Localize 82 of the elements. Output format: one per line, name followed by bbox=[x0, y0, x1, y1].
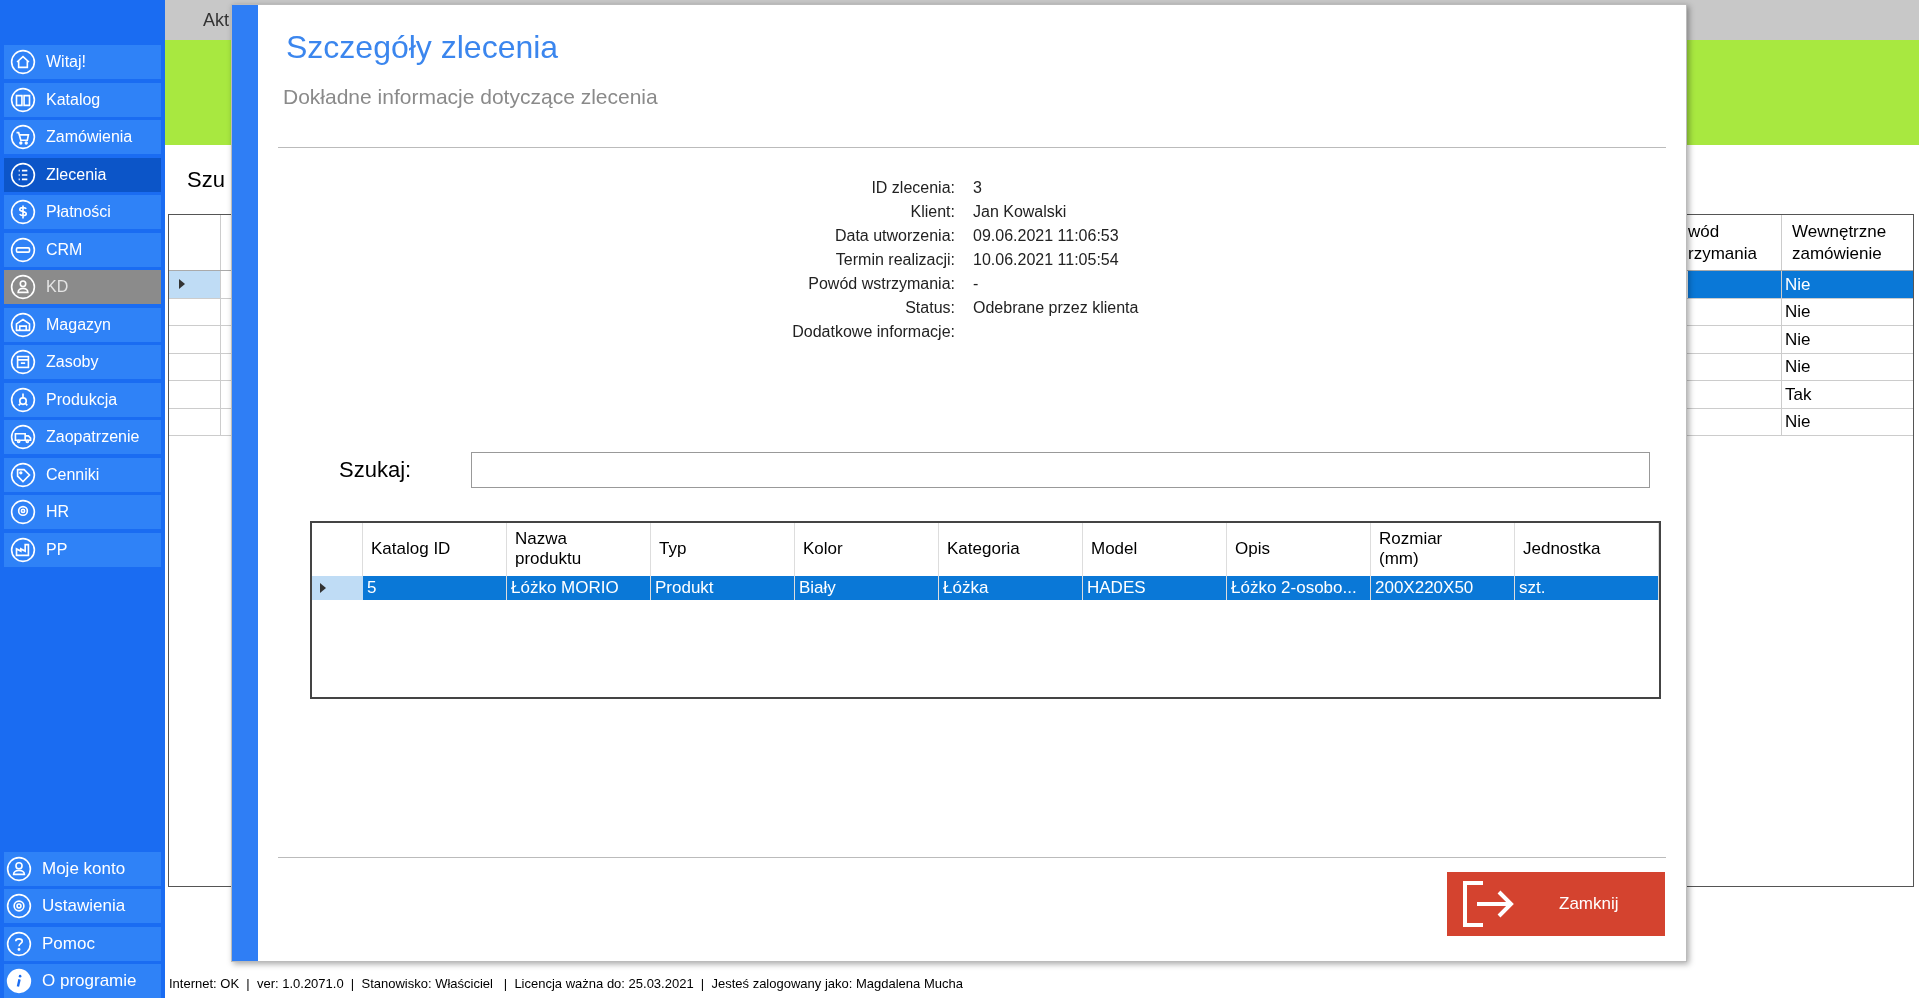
table-cell: Biały bbox=[795, 575, 939, 600]
field-value: 09.06.2021 11:06:53 bbox=[973, 225, 1120, 246]
field-value: Odebrane przez klienta bbox=[973, 297, 1140, 318]
row-pointer-icon bbox=[179, 279, 185, 290]
sidebar-item[interactable]: O programie bbox=[4, 964, 161, 998]
house-icon bbox=[10, 49, 36, 75]
sidebar-item[interactable]: Zlecenia bbox=[4, 157, 161, 192]
tab-label[interactable]: Akt bbox=[203, 6, 229, 34]
sidebar-item[interactable]: Zamówienia bbox=[4, 120, 161, 154]
badge-icon bbox=[10, 236, 36, 263]
table-cell: HADES bbox=[1083, 575, 1227, 600]
column-header: Wewnętrzne zamówienie bbox=[1781, 215, 1913, 270]
cart-icon bbox=[10, 124, 36, 150]
field-label: Data utworzenia: bbox=[833, 225, 955, 246]
sidebar-item[interactable]: Produkcja bbox=[4, 382, 161, 417]
dialog-subtitle: Dokładne informacje dotyczące zlecenia bbox=[283, 84, 659, 110]
column-header[interactable]: Typ bbox=[651, 522, 795, 576]
sidebar-item[interactable]: Pomoc bbox=[4, 926, 161, 961]
table-cell: Nie bbox=[1781, 298, 1913, 325]
row-pointer-icon bbox=[320, 582, 326, 593]
help-icon bbox=[6, 930, 32, 957]
dialog-title: Szczegóły zlecenia bbox=[286, 28, 560, 67]
sidebar-item[interactable]: Zaopatrzenie bbox=[4, 420, 161, 454]
column-header[interactable]: Rozmiar (mm) bbox=[1371, 522, 1515, 576]
table-cell: Nie bbox=[1781, 408, 1913, 435]
table-cell: Nie bbox=[1781, 326, 1913, 353]
search-label: Szukaj: bbox=[339, 456, 412, 484]
status-bar-text: Internet: OK | ver: 1.0.2071.0 | Stanowisko: Właściciel | Licencja ważna do: 25.03.2021 | Jesteś zalogowany jako: Magdalena Mucha bbox=[169, 974, 963, 993]
sidebar-item[interactable]: Ustawienia bbox=[4, 889, 161, 923]
table-cell: Produkt bbox=[651, 575, 795, 600]
field-value: 10.06.2021 11:05:54 bbox=[973, 249, 1120, 270]
person-icon bbox=[6, 855, 32, 882]
field-label: Klient: bbox=[909, 201, 955, 222]
person-icon bbox=[10, 274, 36, 300]
sidebar-item[interactable]: CRM bbox=[4, 232, 161, 267]
sidebar-item[interactable]: Płatności bbox=[4, 195, 161, 229]
sidebar-item[interactable]: Witaj! bbox=[4, 45, 161, 79]
tag-icon bbox=[10, 461, 36, 488]
table-cell: Nie bbox=[1781, 353, 1913, 380]
column-header[interactable]: Jednostka bbox=[1515, 522, 1659, 576]
list-icon bbox=[10, 161, 36, 188]
column-header[interactable]: Model bbox=[1083, 522, 1227, 576]
field-label: Status: bbox=[904, 297, 955, 318]
sidebar-item[interactable]: HR bbox=[4, 495, 161, 529]
sidebar-item[interactable]: Cenniki bbox=[4, 457, 161, 492]
field-value: Jan Kowalski bbox=[973, 201, 1068, 222]
warehouse-icon bbox=[10, 311, 36, 338]
field-value: 3 bbox=[973, 177, 983, 198]
factory-icon bbox=[10, 536, 36, 563]
column-header[interactable]: Kolor bbox=[795, 522, 939, 576]
table-cell: Łóżko MORIO bbox=[507, 575, 651, 600]
table-cell: 5 bbox=[363, 575, 507, 600]
table-cell: Łóżka bbox=[939, 575, 1083, 600]
column-header: wód rzymania bbox=[1688, 221, 1758, 265]
table-cell: szt. bbox=[1515, 575, 1659, 600]
truck-icon bbox=[10, 424, 36, 450]
column-header[interactable]: Katalog ID bbox=[363, 522, 507, 576]
close-button[interactable]: Zamknij bbox=[1447, 871, 1665, 936]
table-cell: Tak bbox=[1781, 381, 1913, 408]
table-cell: 200X220X50 bbox=[1371, 575, 1515, 600]
column-header[interactable]: Nazwa produktu bbox=[507, 522, 651, 576]
table-cell: Łóżko 2-osobo... bbox=[1227, 575, 1371, 600]
book-icon bbox=[10, 86, 36, 113]
sidebar-item[interactable]: PP bbox=[4, 532, 161, 567]
table-cell: Nie bbox=[1781, 271, 1913, 298]
settings-icon bbox=[6, 893, 32, 919]
search-field[interactable] bbox=[471, 451, 1651, 488]
column-header[interactable]: Opis bbox=[1227, 522, 1371, 576]
sidebar-item[interactable]: Moje konto bbox=[4, 851, 161, 886]
field-value: - bbox=[973, 273, 980, 294]
search-label: Szu bbox=[187, 166, 225, 194]
info-icon bbox=[6, 968, 32, 994]
field-label: ID zlecenia: bbox=[870, 177, 955, 198]
box-icon bbox=[10, 349, 36, 375]
sidebar-item[interactable]: Katalog bbox=[4, 82, 161, 117]
sidebar-item[interactable]: Zasoby bbox=[4, 345, 161, 379]
column-header[interactable]: Kategoria bbox=[939, 522, 1083, 576]
sidebar-item[interactable]: Magazyn bbox=[4, 307, 161, 342]
field-label: Dodatkowe informacje: bbox=[791, 321, 955, 342]
coin-icon bbox=[10, 199, 36, 225]
field-label: Powód wstrzymania: bbox=[807, 273, 955, 294]
field-label: Termin realizacji: bbox=[834, 249, 955, 270]
